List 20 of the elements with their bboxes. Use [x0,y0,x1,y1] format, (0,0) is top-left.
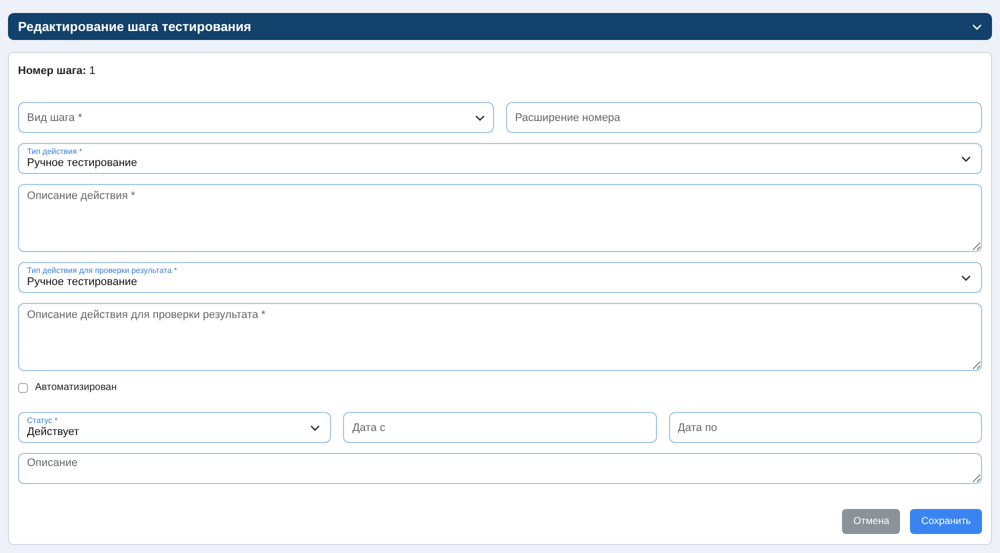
text-area[interactable]: Описание действия для проверки результата * [18,303,982,371]
chevron-icon [972,24,982,30]
select-field[interactable]: Тип действия для проверки результата * Ручное тестирование [18,262,982,293]
checkbox[interactable] [18,382,28,392]
select-field[interactable]: Вид шага * [18,102,494,133]
checkbox-label: Автоматизирован [35,382,117,393]
input-field[interactable]: Расширение номера [506,102,982,133]
chevron-icon [961,156,971,162]
chevron-icon [961,275,971,281]
select-field[interactable]: Статус * Действует [18,412,332,443]
input-field[interactable]: Дата по [668,412,982,443]
save-button[interactable]: Сохранить [910,509,982,534]
chevron-icon [310,425,320,431]
text-area[interactable]: Описание действия * [18,184,982,252]
select-field[interactable]: Тип действия * Ручное тестирование [18,143,982,174]
chevron-icon [475,114,485,120]
text-area[interactable]: Описание [18,453,982,484]
section-header[interactable]: Редактирование шага тестирования [8,13,992,40]
step-number: Номер шага: 1 [18,65,96,77]
input-field[interactable]: Дата с [343,412,657,443]
